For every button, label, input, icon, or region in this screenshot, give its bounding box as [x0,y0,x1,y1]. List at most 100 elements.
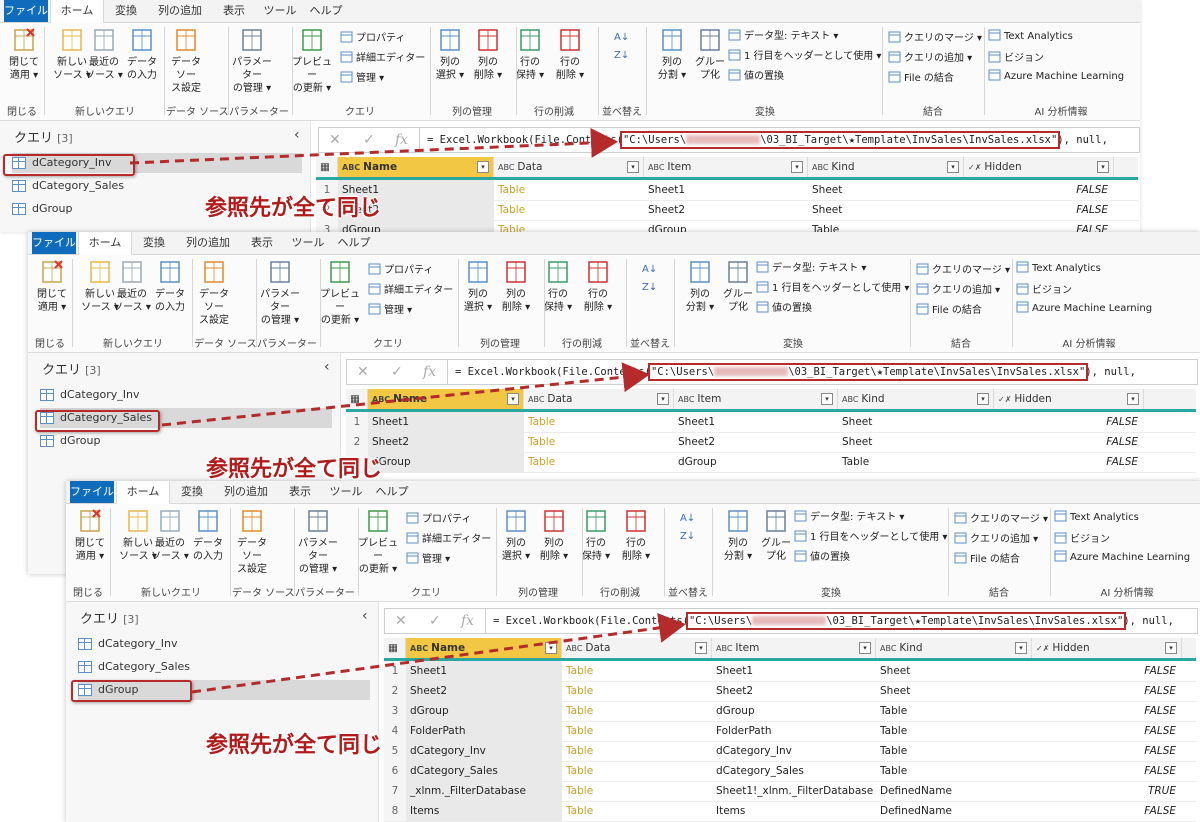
cell-kind[interactable]: DefinedName [876,801,1032,821]
manage-button[interactable]: 管理 ▾ [406,550,450,565]
cell-hidden[interactable]: FALSE [1032,801,1182,821]
cell-hidden[interactable]: FALSE [1032,761,1182,781]
manage-button[interactable]: 管理 ▾ [368,301,412,316]
check-icon[interactable]: ✓ [429,609,441,633]
close-apply-button[interactable]: 閉じて 適用 ▾ [32,259,72,314]
filter-dropdown-icon[interactable]: ▾ [1127,393,1139,405]
column-header-hidden[interactable]: ✓✗ Hidden ▾ [994,389,1144,409]
filter-dropdown-icon[interactable]: ▾ [627,161,639,173]
replace-values-button[interactable]: 値の置換 [756,299,812,314]
cell-kind[interactable]: Table [876,701,1032,721]
tab-3[interactable]: 列の追加 [216,481,276,503]
cell-data-link[interactable]: Table [562,801,712,821]
data-type-button[interactable]: データ型: テキスト ▾ [728,27,838,42]
cell-kind[interactable]: Sheet [808,200,964,220]
cell-item[interactable]: dCategory_Inv [712,741,876,761]
table-row[interactable]: 8 Items Table Items DefinedName FALSE [384,801,1196,822]
fx-icon[interactable]: fx [395,128,408,152]
remove-rows-button[interactable]: 行の 削除 ▾ [578,259,618,314]
cell-kind[interactable]: Table [838,452,994,472]
cell-hidden[interactable]: FALSE [994,412,1144,432]
collapse-chevron-icon[interactable]: ‹ [324,359,330,375]
advanced-editor-button[interactable]: 詳細エディター [368,281,453,296]
append-queries-button[interactable]: クエリの追加 ▾ [954,530,1038,545]
column-header-hidden[interactable]: ✓✗ Hidden ▾ [1032,638,1182,658]
filter-dropdown-icon[interactable]: ▾ [791,161,803,173]
query-item-dCategory_Inv[interactable]: dCategory_Inv [40,385,332,405]
table-row[interactable]: 1 Sheet1 Table Sheet1 Sheet FALSE [346,412,1196,433]
table-row[interactable]: 2 Sheet2 Table Sheet2 Sheet FALSE [384,681,1196,702]
remove-columns-button[interactable]: 列の 削除 ▾ [468,27,508,82]
data-source-settings-button[interactable]: データ ソー ス設定 [194,259,234,327]
filter-dropdown-icon[interactable]: ▾ [477,161,489,173]
cell-item[interactable]: Sheet1 [644,180,808,200]
vision-button[interactable]: ビジョン [988,49,1044,64]
column-header-data[interactable]: ABC Data ▾ [494,157,644,177]
cell-kind[interactable]: Table [876,721,1032,741]
collapse-chevron-icon[interactable]: ‹ [362,608,368,624]
enter-data-button[interactable]: データ の入力 [188,508,228,563]
cell-data-link[interactable]: Table [562,781,712,801]
first-row-headers-button[interactable]: 1 行目をヘッダーとして使用 ▾ [728,47,881,62]
cell-kind[interactable]: Sheet [838,412,994,432]
cell-data-link[interactable]: Table [494,200,644,220]
tab-2[interactable]: 変換 [132,232,176,254]
table-row[interactable]: 5 dCategory_Inv Table dCategory_Inv Table FAL… [384,741,1196,762]
cell-kind[interactable]: DefinedName [876,781,1032,801]
column-header-name[interactable]: ABC Name ▾ [368,389,524,409]
text-analytics-button[interactable]: Text Analytics [1016,261,1101,274]
column-header-item[interactable]: ABC Item ▾ [712,638,876,658]
tab-0[interactable]: ファイル [70,481,114,503]
tab-6[interactable]: ヘルプ [332,232,376,254]
filter-dropdown-icon[interactable]: ▾ [507,393,519,405]
table-row[interactable]: 1 Sheet1 Table Sheet1 Sheet FALSE [316,180,1138,201]
refresh-preview-button[interactable]: プレビュー の更新 ▾ [320,259,360,327]
recent-sources-button[interactable]: 最近の ソース ▾ [112,259,152,314]
data-type-button[interactable]: データ型: テキスト ▾ [794,508,904,523]
cell-item[interactable]: dCategory_Sales [712,761,876,781]
refresh-preview-button[interactable]: プレビュー の更新 ▾ [358,508,398,576]
cell-data-link[interactable]: Table [562,701,712,721]
cell-item[interactable]: Sheet2 [674,432,838,452]
merge-queries-button[interactable]: クエリのマージ ▾ [888,29,982,44]
tab-3[interactable]: 列の追加 [178,232,238,254]
remove-columns-button[interactable]: 列の 削除 ▾ [534,508,574,563]
choose-columns-button[interactable]: 列の 選択 ▾ [496,508,536,563]
group-by-button[interactable]: グルー プ化 [690,27,730,82]
filter-dropdown-icon[interactable]: ▾ [1097,161,1109,173]
replace-values-button[interactable]: 値の置換 [794,548,850,563]
remove-columns-button[interactable]: 列の 削除 ▾ [496,259,536,314]
close-apply-button[interactable]: 閉じて 適用 ▾ [70,508,110,563]
cell-kind[interactable]: Table [808,220,964,232]
cell-item[interactable]: FolderPath [712,721,876,741]
cell-data-link[interactable]: Table [562,721,712,741]
table-row[interactable]: 6 dCategory_Sales Table dCategory_Sales Tabl… [384,761,1196,782]
combine-files-button[interactable]: File の結合 [954,550,1020,565]
cell-name[interactable]: dCategory_Sales [406,761,562,781]
cell-hidden[interactable]: FALSE [964,200,1114,220]
cell-hidden[interactable]: FALSE [1032,721,1182,741]
cell-data-link[interactable]: Table [562,681,712,701]
table-corner-icon[interactable]: ▦ [384,638,406,658]
cell-name[interactable]: Sheet2 [368,432,524,452]
cell-hidden[interactable]: FALSE [1032,741,1182,761]
filter-dropdown-icon[interactable]: ▾ [1165,642,1177,654]
cell-hidden[interactable]: FALSE [964,220,1114,232]
cell-item[interactable]: Sheet1 [674,412,838,432]
table-row[interactable]: 3 dGroup Table dGroup Table FALSE [346,452,1196,473]
filter-dropdown-icon[interactable]: ▾ [545,642,557,654]
tab-5[interactable]: ツール [286,232,330,254]
filter-dropdown-icon[interactable]: ▾ [977,393,989,405]
cell-item[interactable]: dGroup [644,220,808,232]
tab-0[interactable]: ファイル [4,0,48,22]
azure-ml-button[interactable]: Azure Machine Learning [988,69,1124,82]
collapse-chevron-icon[interactable]: ‹ [294,127,300,143]
table-row[interactable]: 3 dGroup Table dGroup Table FALSE [384,701,1196,722]
column-header-item[interactable]: ABC Item ▾ [644,157,808,177]
filter-dropdown-icon[interactable]: ▾ [1015,642,1027,654]
tab-6[interactable]: ヘルプ [370,481,414,503]
column-header-name[interactable]: ABC Name ▾ [406,638,562,658]
table-row[interactable]: 1 Sheet1 Table Sheet1 Sheet FALSE [384,661,1196,682]
column-header-item[interactable]: ABC Item ▾ [674,389,838,409]
vision-button[interactable]: ビジョン [1016,281,1072,296]
